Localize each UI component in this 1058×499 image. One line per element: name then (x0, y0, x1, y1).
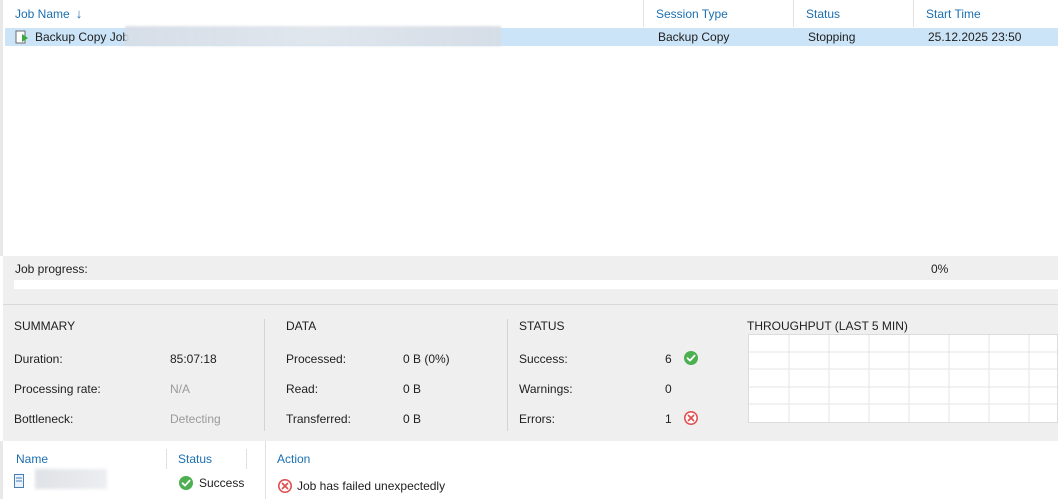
throughput-chart (748, 334, 1058, 423)
processing-rate-label: Processing rate: (14, 382, 101, 396)
success-label: Success: (519, 352, 568, 366)
section-separator (264, 319, 265, 431)
start-time-cell: 25.12.2025 23:50 (928, 30, 1022, 44)
bottleneck-value: Detecting (170, 412, 221, 426)
processing-rate-value: N/A (170, 382, 191, 396)
error-x-icon (684, 411, 698, 425)
read-label: Read: (286, 382, 319, 396)
duration-value: 85:07:18 (170, 352, 217, 366)
success-check-icon (684, 351, 698, 365)
objects-name-header[interactable]: Name (16, 452, 48, 466)
error-x-icon (278, 479, 292, 493)
duration-label: Duration: (14, 352, 63, 366)
status-title: STATUS (519, 319, 565, 333)
panel-separator (265, 441, 266, 499)
errors-count: 1 (665, 412, 672, 426)
job-progress-bar (14, 280, 1058, 289)
redacted-job-name (125, 26, 501, 46)
job-progress-label: Job progress: (15, 262, 88, 276)
summary-title: SUMMARY (14, 319, 76, 333)
jobs-grid: Job Name ↓ Session Type Status Start Time… (0, 0, 1058, 256)
warnings-count: 0 (665, 382, 672, 396)
object-status-text: Success (199, 476, 245, 490)
throughput-title: THROUGHPUT (LAST 5 MIN) (747, 319, 908, 333)
throughput-grid (749, 335, 1057, 422)
success-count: 6 (665, 352, 672, 366)
session-details-lists: Name Status Action Success Job has faile… (0, 441, 1058, 499)
column-separator (246, 449, 247, 469)
col-header-session-type[interactable]: Session Type (643, 0, 793, 27)
processed-value: 0 B (0%) (403, 352, 450, 366)
transferred-label: Transferred: (286, 412, 351, 426)
job-progress-percent: 0% (931, 262, 949, 276)
transferred-value: 0 B (403, 412, 422, 426)
errors-label: Errors: (519, 412, 555, 426)
job-name-cell: Backup Copy Job (35, 30, 130, 44)
action-header[interactable]: Action (277, 452, 310, 466)
job-progress-area: Job progress: 0% (3, 256, 1058, 304)
objects-status-header[interactable]: Status (178, 452, 212, 466)
column-separator (166, 449, 167, 469)
data-title: DATA (286, 319, 317, 333)
warnings-label: Warnings: (519, 382, 573, 396)
status-cell: Stopping (808, 30, 856, 44)
arrow-down-icon: ↓ (75, 6, 83, 21)
read-value: 0 B (403, 382, 422, 396)
backup-copy-job-icon (15, 30, 28, 44)
session-stats-panel: SUMMARY Duration: 85:07:18 Processing ra… (3, 305, 1058, 441)
col-header-status[interactable]: Status (793, 0, 913, 27)
session-type-cell: Backup Copy (658, 30, 730, 44)
grid-header: Job Name ↓ Session Type Status Start Time (3, 0, 1058, 27)
redacted-object-name (35, 469, 107, 489)
bottleneck-label: Bottleneck: (14, 412, 74, 426)
success-check-icon (179, 476, 193, 490)
col-header-start-time[interactable]: Start Time (913, 0, 1058, 27)
col-header-job-name[interactable]: Job Name ↓ (3, 0, 643, 27)
processed-label: Processed: (286, 352, 347, 366)
section-separator (507, 319, 508, 431)
vm-icon (14, 474, 24, 488)
col-header-job-name-label: Job Name (15, 7, 70, 21)
action-text: Job has failed unexpectedly (297, 479, 446, 493)
